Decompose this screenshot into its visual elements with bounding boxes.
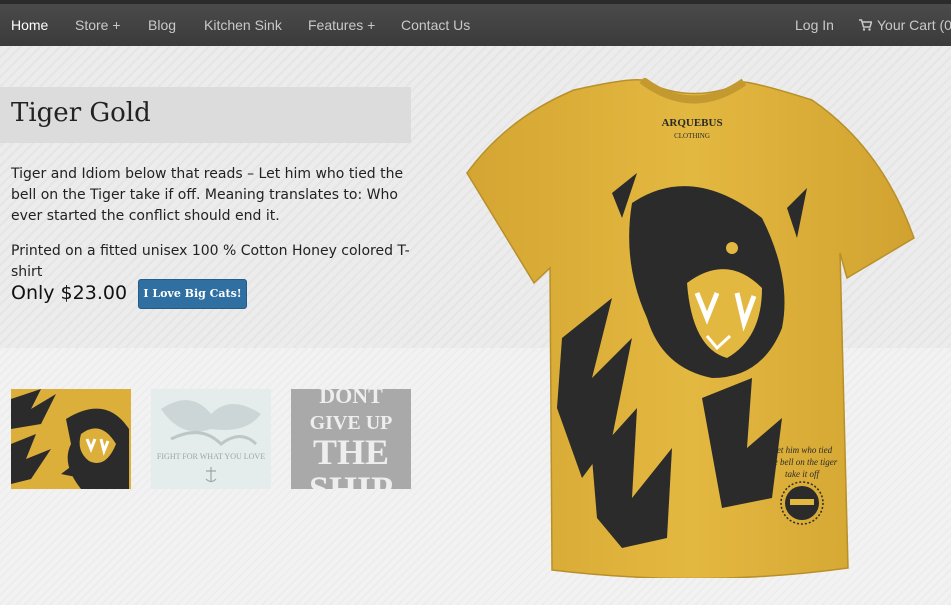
product-image: ARQUEBUS CLOTHING Let him who tied the b… [462,76,917,580]
cart-link[interactable]: Your Cart (0) [859,17,951,33]
ship-thumbnail-line-1: DONT [319,389,383,408]
tshirt-image: ARQUEBUS CLOTHING Let him who tied the b… [466,76,915,580]
thumbnail-tiger[interactable] [11,389,131,489]
product-description: Tiger and Idiom below that reads – Let h… [11,166,404,224]
nav-item-kitchen-sink[interactable]: Kitchen Sink [204,17,282,33]
thumbnail-ship[interactable]: DONT GIVE UP THE SHIP [291,389,411,489]
product-material: Printed on a fitted unisex 100 % Cotton … [11,243,410,280]
ship-thumbnail-line-4: SHIP [309,469,393,489]
login-link[interactable]: Log In [795,17,834,33]
shirt-idiom-line-1: Let him who tied [771,445,833,455]
product-price: Only $23.00 [11,282,128,304]
shirt-brand-text: ARQUEBUS [661,117,722,129]
nav-item-features[interactable]: Features + [308,17,375,33]
title-box: Tiger Gold [0,87,411,143]
shirt-idiom-line-2: the bell on the tiger [767,457,838,467]
cart-label: Your Cart (0) [877,17,951,33]
buy-button[interactable]: I Love Big Cats! [138,279,247,309]
nav-item-home[interactable]: Home [11,17,48,33]
thumbnail-fight[interactable]: FIGHT FOR WHAT YOU LOVE [151,389,271,489]
shirt-brand-sub-text: CLOTHING [674,132,710,140]
tiger-thumbnail-image [11,389,131,489]
top-navigation-bar: Home Store + Blog Kitchen Sink Features … [0,0,951,46]
product-title: Tiger Gold [11,98,151,128]
nav-item-store[interactable]: Store + [75,17,121,33]
fight-thumbnail-image: FIGHT FOR WHAT YOU LOVE [151,389,271,489]
shirt-idiom-line-3: take it off [785,469,820,479]
ship-thumbnail-image: DONT GIVE UP THE SHIP [291,389,411,489]
nav-item-contact-us[interactable]: Contact Us [401,17,470,33]
nav-item-blog[interactable]: Blog [148,17,176,33]
ship-thumbnail-line-2: GIVE UP [310,412,393,434]
shopping-cart-icon [859,19,872,31]
fight-thumbnail-text: FIGHT FOR WHAT YOU LOVE [157,452,265,461]
ship-thumbnail-line-3: THE [313,432,389,472]
